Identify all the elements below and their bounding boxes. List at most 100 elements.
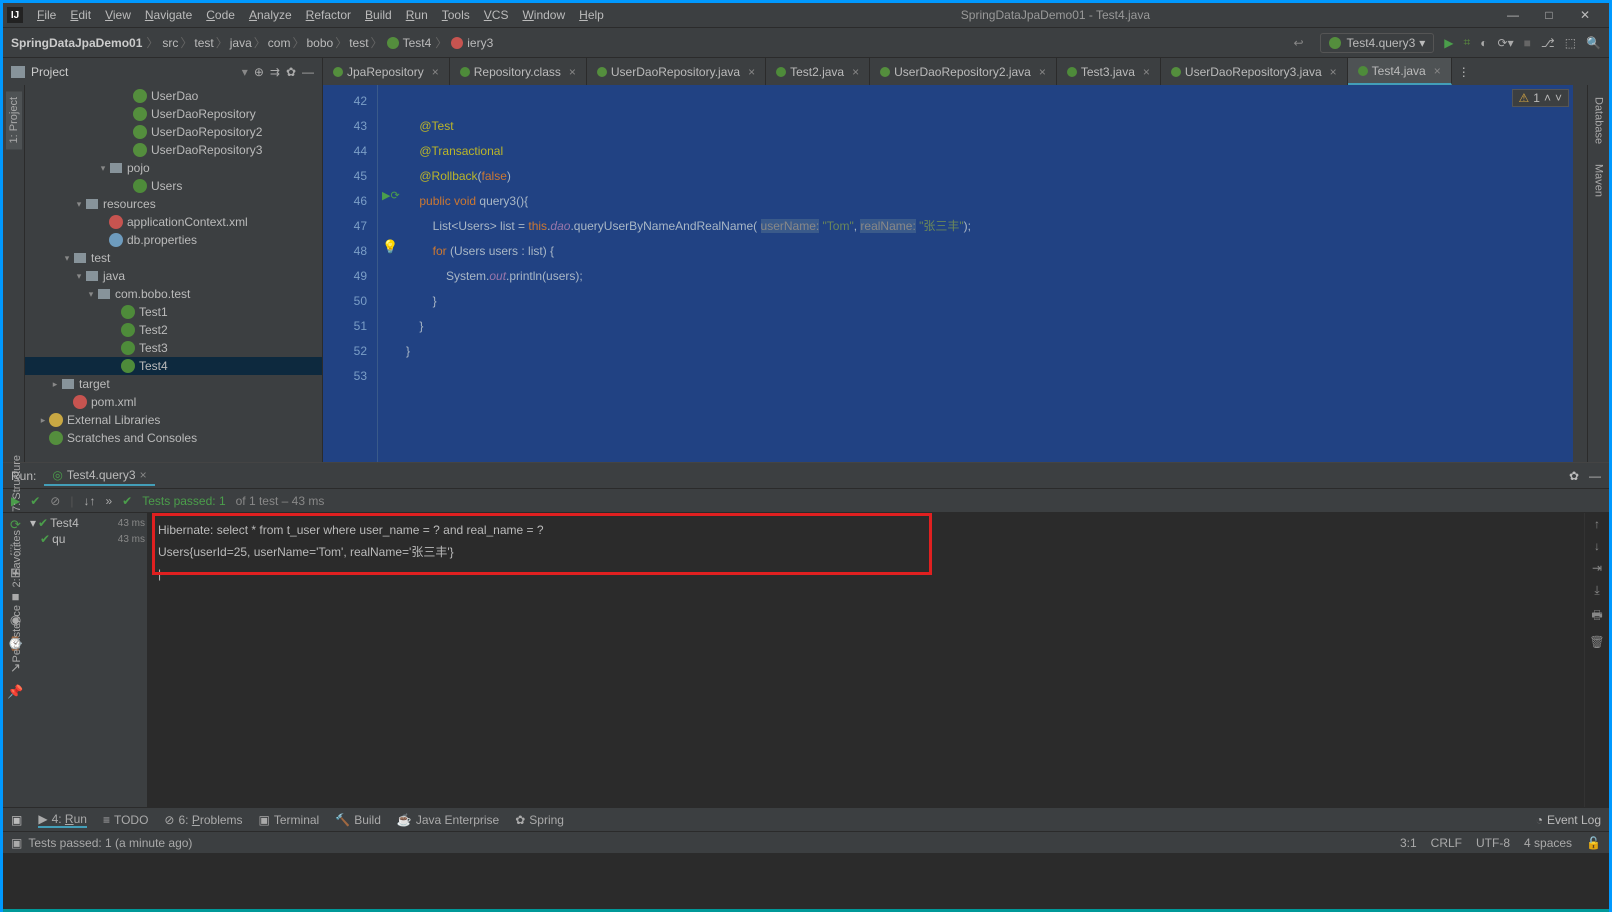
tree-item[interactable]: ▸External Libraries — [25, 411, 322, 429]
tree-item[interactable]: Test4 — [25, 357, 322, 375]
scroll-icon[interactable]: ⤓ — [1594, 583, 1599, 598]
tree-item[interactable]: ▾pojo — [25, 159, 322, 177]
git-icon[interactable]: ⎇ — [1541, 36, 1555, 50]
breadcrumb-project[interactable]: SpringDataJpaDemo01 — [11, 36, 142, 50]
build-icon[interactable]: ↩ — [1293, 36, 1303, 50]
indent[interactable]: 4 spaces — [1524, 836, 1572, 850]
database-tool-tab[interactable]: Database — [1591, 91, 1607, 150]
tree-item[interactable]: ▸target — [25, 375, 322, 393]
breadcrumb-segment[interactable]: test — [194, 36, 213, 50]
print-icon[interactable]: 🖶 — [1591, 606, 1602, 627]
project-tree[interactable]: UserDaoUserDaoRepositoryUserDaoRepositor… — [25, 85, 323, 462]
code-area[interactable]: @Test @Transactional @Rollback(false) pu… — [406, 85, 1573, 462]
close-icon[interactable]: × — [140, 468, 147, 482]
inspection-badge[interactable]: ⚠ 1 ˄ ˅ — [1512, 89, 1569, 107]
tree-item[interactable]: Users — [25, 177, 322, 195]
clear-icon[interactable]: 🗑 — [1589, 635, 1604, 649]
menu-analyze[interactable]: Analyze — [243, 6, 298, 24]
breadcrumb-segment[interactable]: test — [349, 36, 368, 50]
down-icon[interactable]: ↓ — [1594, 539, 1600, 553]
close-icon[interactable]: × — [1039, 65, 1046, 79]
run-button[interactable]: ▶ — [1444, 36, 1453, 50]
tree-item[interactable]: applicationContext.xml — [25, 213, 322, 231]
persistence-tool-tab[interactable]: Persistence — [9, 601, 25, 666]
stop-button[interactable]: ■ — [1524, 36, 1531, 50]
readonly-icon[interactable]: 🔓 — [1586, 836, 1601, 850]
breadcrumb-class[interactable]: Test4 — [403, 36, 432, 50]
editor[interactable]: 424344454647484950515253 ▶⟳ 💡 @Test @Tra… — [323, 85, 1587, 462]
structure-tool-tab[interactable]: 7: Structure — [9, 451, 25, 516]
hide-icon[interactable]: — — [302, 65, 314, 79]
menu-run[interactable]: Run — [400, 6, 434, 24]
encoding[interactable]: UTF-8 — [1476, 836, 1510, 850]
close-icon[interactable]: × — [1434, 64, 1441, 78]
editor-tab[interactable]: Repository.class× — [450, 58, 587, 85]
menu-build[interactable]: Build — [359, 6, 398, 24]
bottom-tool-terminal[interactable]: ▣Terminal — [259, 813, 320, 827]
coverage-button[interactable]: ◐ — [1480, 36, 1487, 50]
tree-item[interactable]: UserDaoRepository2 — [25, 123, 322, 141]
bottom-tool-todo[interactable]: ≡TODO — [103, 813, 148, 827]
dropdown-icon[interactable]: ▾ — [242, 65, 248, 79]
hide-icon[interactable]: — — [1589, 469, 1601, 483]
line-ending[interactable]: CRLF — [1431, 836, 1462, 850]
intention-bulb-icon[interactable]: 💡 — [382, 239, 398, 255]
minimize-button[interactable]: — — [1501, 8, 1525, 22]
editor-tab[interactable]: Test2.java× — [766, 58, 870, 85]
tree-item[interactable]: UserDao — [25, 87, 322, 105]
toggle-pass-button[interactable]: ✔ — [30, 494, 40, 508]
menu-navigate[interactable]: Navigate — [139, 6, 198, 24]
breadcrumb-segment[interactable]: src — [162, 36, 178, 50]
expand-icon[interactable]: ⇉ — [270, 65, 280, 79]
close-button[interactable]: ✕ — [1573, 8, 1597, 22]
test-tree[interactable]: ▾✔Test443 ms✔qu43 ms — [28, 513, 148, 807]
bottom-tool-run[interactable]: ▶4: Run — [38, 812, 87, 828]
up-icon[interactable]: ↑ — [1594, 517, 1600, 531]
run-config-selector[interactable]: Test4.query3 ▾ — [1320, 33, 1435, 53]
console-output[interactable]: Hibernate: select * from t_user where us… — [148, 513, 1584, 807]
run-tab[interactable]: ◎ Test4.query3 × — [44, 466, 154, 486]
breadcrumb-method[interactable]: iery3 — [467, 36, 493, 50]
editor-tab[interactable]: UserDaoRepository.java× — [587, 58, 766, 85]
wrap-icon[interactable]: ⇥ — [1592, 561, 1602, 575]
debug-button[interactable]: ⌗ — [1464, 35, 1471, 50]
test-tree-item[interactable]: ▾✔Test443 ms — [30, 515, 145, 531]
tree-item[interactable]: Test1 — [25, 303, 322, 321]
test-tree-item[interactable]: ✔qu43 ms — [30, 531, 145, 547]
breadcrumb-segment[interactable]: bobo — [306, 36, 333, 50]
menu-window[interactable]: Window — [516, 6, 571, 24]
editor-tab[interactable]: UserDaoRepository3.java× — [1161, 58, 1348, 85]
bottom-tool-spring[interactable]: ✿Spring — [515, 813, 564, 827]
caret-position[interactable]: 3:1 — [1400, 836, 1417, 850]
favorites-tool-tab[interactable]: 2: Favorites — [9, 526, 25, 591]
menu-help[interactable]: Help — [573, 6, 610, 24]
tree-item[interactable]: Scratches and Consoles — [25, 429, 322, 447]
up-icon[interactable]: ˄ — [1544, 91, 1551, 105]
select-opened-icon[interactable]: ⊕ — [254, 65, 264, 79]
tree-item[interactable]: ▾java — [25, 267, 322, 285]
close-icon[interactable]: × — [1330, 65, 1337, 79]
run-gutter-icon[interactable]: ▶⟳ — [382, 189, 400, 202]
menu-edit[interactable]: Edit — [64, 6, 97, 24]
pin2-icon[interactable]: 📌 — [7, 684, 23, 700]
sort-button[interactable]: ↓↑ — [83, 494, 95, 508]
profile-button[interactable]: ⟳▾ — [1498, 36, 1514, 50]
more-tabs[interactable]: ⋮ — [1452, 58, 1476, 85]
close-icon[interactable]: × — [1143, 65, 1150, 79]
menu-view[interactable]: View — [99, 6, 137, 24]
tree-item[interactable]: Test2 — [25, 321, 322, 339]
editor-tab[interactable]: Test4.java× — [1348, 58, 1452, 85]
menu-tools[interactable]: Tools — [436, 6, 476, 24]
update-icon[interactable]: ⬚ — [1565, 36, 1576, 50]
tree-item[interactable]: ▾resources — [25, 195, 322, 213]
error-stripe[interactable] — [1573, 85, 1587, 462]
bottom-tool-build[interactable]: 🔨Build — [335, 813, 381, 827]
close-icon[interactable]: × — [569, 65, 576, 79]
tree-item[interactable]: pom.xml — [25, 393, 322, 411]
expand-button[interactable]: » — [105, 494, 112, 508]
bottom-tool-javaenterprise[interactable]: ☕Java Enterprise — [397, 813, 499, 827]
tree-item[interactable]: UserDaoRepository3 — [25, 141, 322, 159]
bottom-tool-problems[interactable]: ⊘6: Problems — [164, 813, 242, 827]
close-icon[interactable]: × — [432, 65, 439, 79]
event-log-button[interactable]: ◔Event Log — [1536, 813, 1601, 827]
